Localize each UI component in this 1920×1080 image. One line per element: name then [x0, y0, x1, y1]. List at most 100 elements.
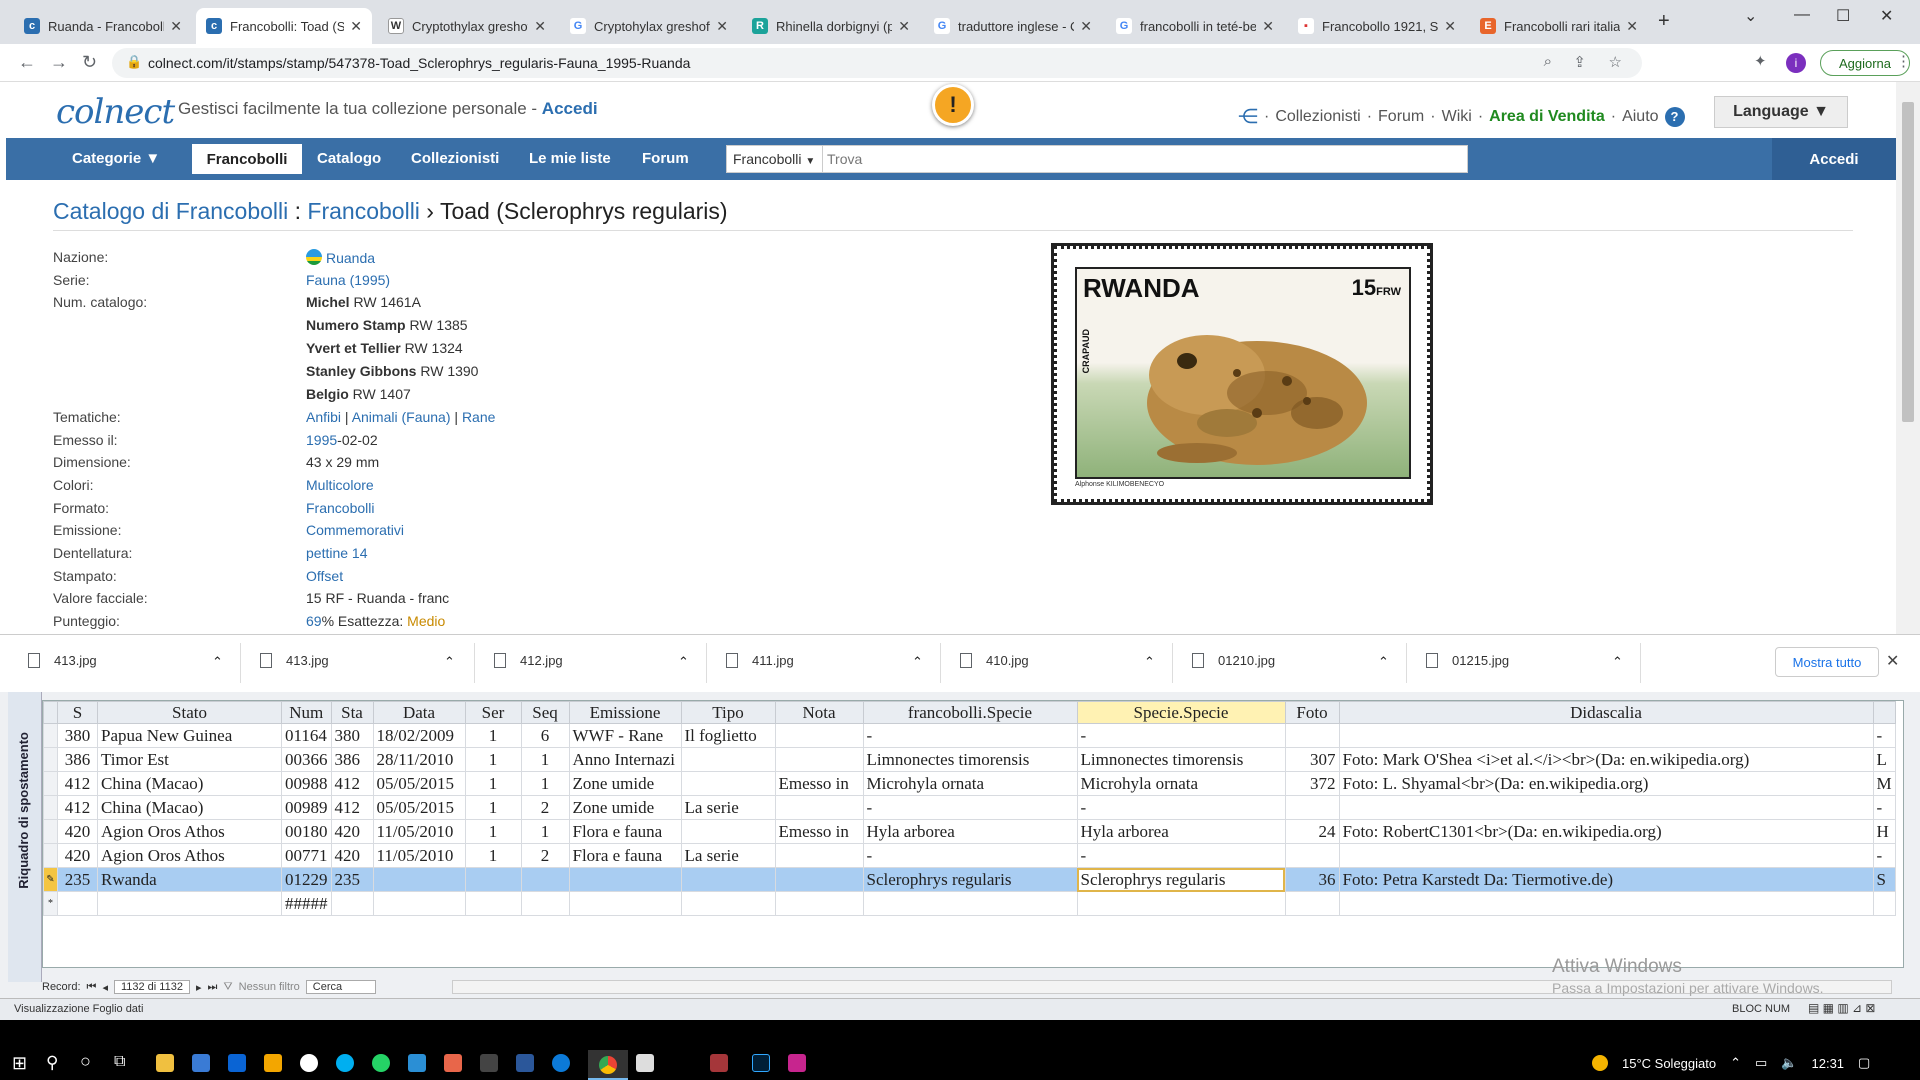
- table-cell[interactable]: Emesso in: [774, 819, 864, 844]
- emission-link[interactable]: Commemorativi: [306, 522, 404, 538]
- prev-record-icon[interactable]: ◂: [102, 981, 108, 994]
- chevron-up-icon[interactable]: ⌃: [1612, 654, 1623, 670]
- table-cell[interactable]: [680, 747, 776, 772]
- table-cell[interactable]: 380: [330, 723, 374, 748]
- table-cell[interactable]: 307: [1284, 747, 1340, 772]
- table-cell[interactable]: 11/05/2010: [372, 843, 466, 868]
- app-icon[interactable]: [264, 1054, 282, 1072]
- weather-text[interactable]: 15°C Soleggiato: [1622, 1056, 1716, 1071]
- row-selector-header[interactable]: [43, 701, 58, 724]
- access-icon[interactable]: [710, 1054, 728, 1072]
- view-icons[interactable]: ▤ ▦ ▥ ⊿ ⊠: [1808, 1001, 1875, 1015]
- table-cell[interactable]: 380: [57, 723, 98, 748]
- colnect-logo[interactable]: colnect: [56, 92, 175, 132]
- table-cell[interactable]: 386: [57, 747, 98, 772]
- table-cell[interactable]: Zone umide: [568, 771, 682, 796]
- download-item[interactable]: 01215.jpg: [1426, 653, 1509, 668]
- table-cell[interactable]: -: [1076, 795, 1286, 820]
- table-cell[interactable]: 1: [464, 723, 522, 748]
- table-cell[interactable]: Foto: Mark O'Shea <i>et al.</i><br>(Da: …: [1338, 747, 1874, 772]
- search-field[interactable]: Cerca: [305, 980, 376, 994]
- column-header-extra[interactable]: [1872, 701, 1896, 724]
- table-row[interactable]: ✎ 235 Rwanda 01229 235 Sclerophrys regularis S…: [43, 867, 1896, 892]
- column-header[interactable]: Seq: [520, 701, 570, 724]
- table-cell[interactable]: 00771: [281, 843, 332, 868]
- table-cell[interactable]: Foto: Petra Karstedt Da: Tiermotive.de): [1338, 867, 1874, 892]
- table-cell[interactable]: [774, 891, 864, 916]
- forward-icon[interactable]: →: [50, 52, 68, 73]
- table-cell[interactable]: 1: [464, 747, 522, 772]
- table-cell[interactable]: Microhyla ornata: [862, 771, 1078, 796]
- first-record-icon[interactable]: ⏮: [87, 981, 97, 994]
- table-cell[interactable]: Foto: L. Shyamal<br>(Da: en.wikipedia.or…: [1338, 771, 1874, 796]
- table-cell[interactable]: [464, 891, 522, 916]
- table-cell[interactable]: [1284, 723, 1340, 748]
- maximize-icon[interactable]: ☐: [1836, 6, 1850, 26]
- table-cell[interactable]: 386: [330, 747, 374, 772]
- nav-categories[interactable]: Categorie ▼: [72, 150, 160, 167]
- table-cell[interactable]: 235: [57, 867, 98, 892]
- table-cell[interactable]: [372, 891, 466, 916]
- table-cell[interactable]: [1284, 795, 1340, 820]
- column-header[interactable]: Foto: [1284, 701, 1340, 724]
- network-icon[interactable]: ▭: [1755, 1055, 1767, 1071]
- table-cell[interactable]: [774, 795, 864, 820]
- table-cell[interactable]: -: [862, 795, 1078, 820]
- table-cell[interactable]: Agion Oros Athos: [97, 843, 282, 868]
- table-cell[interactable]: [680, 891, 776, 916]
- table-row[interactable]: 380 Papua New Guinea 01164 380 18/02/2009 1 6 W…: [43, 723, 1896, 748]
- table-cell[interactable]: [1076, 891, 1286, 916]
- table-cell[interactable]: [680, 867, 776, 892]
- table-cell[interactable]: 1: [464, 795, 522, 820]
- page-scrollbar[interactable]: [1896, 82, 1920, 634]
- table-cell[interactable]: 05/05/2015: [372, 771, 466, 796]
- close-icon[interactable]: ✕: [716, 18, 728, 35]
- table-cell[interactable]: [464, 867, 522, 892]
- table-cell[interactable]: 18/02/2009: [372, 723, 466, 748]
- row-selector[interactable]: [43, 795, 58, 820]
- link-collectors[interactable]: Collezionisti: [1275, 108, 1360, 126]
- table-cell[interactable]: [1338, 843, 1874, 868]
- filter-status[interactable]: Nessun filtro: [239, 981, 300, 993]
- word-icon[interactable]: [516, 1054, 534, 1072]
- table-cell[interactable]: 1: [520, 747, 570, 772]
- table-cell[interactable]: [680, 771, 776, 796]
- table-cell[interactable]: [520, 867, 570, 892]
- close-icon[interactable]: ✕: [170, 18, 182, 35]
- search-icon[interactable]: ⚲: [46, 1053, 58, 1073]
- app-icon[interactable]: [636, 1054, 654, 1072]
- table-cell[interactable]: 1: [464, 819, 522, 844]
- column-header[interactable]: Num: [281, 701, 332, 724]
- task-view-icon[interactable]: ⧉: [114, 1053, 125, 1071]
- table-cell[interactable]: [1284, 891, 1340, 916]
- mail-icon[interactable]: [228, 1054, 246, 1072]
- download-item[interactable]: 413.jpg: [28, 653, 97, 668]
- browser-tab[interactable]: R Rhinella dorbignyi (ph ✕: [742, 8, 920, 44]
- close-icon[interactable]: ✕: [898, 18, 910, 35]
- browser-tab[interactable]: G francobolli in teté-bec ✕: [1106, 8, 1284, 44]
- table-cell[interactable]: Agion Oros Athos: [97, 819, 282, 844]
- language-button[interactable]: Language ▼: [1714, 96, 1848, 128]
- edge-icon[interactable]: [552, 1054, 570, 1072]
- close-icon[interactable]: ✕: [1886, 651, 1899, 671]
- table-row[interactable]: 386 Timor Est 00366 386 28/11/2010 1 1 Anno Int…: [43, 747, 1896, 772]
- browser-tab[interactable]: G traduttore inglese - Cc ✕: [924, 8, 1102, 44]
- photoshop-icon[interactable]: [752, 1054, 770, 1072]
- file-explorer-icon[interactable]: [156, 1054, 174, 1072]
- table-cell[interactable]: Sclerophrys regularis: [1076, 867, 1286, 892]
- score-pct[interactable]: 69: [306, 613, 322, 629]
- lock-icon[interactable]: 🔒: [126, 54, 142, 70]
- table-cell[interactable]: 28/11/2010: [372, 747, 466, 772]
- table-cell[interactable]: 412: [57, 771, 98, 796]
- printing-link[interactable]: Offset: [306, 568, 343, 584]
- table-cell[interactable]: [57, 891, 98, 916]
- table-cell[interactable]: Rwanda: [97, 867, 282, 892]
- table-cell[interactable]: 24: [1284, 819, 1340, 844]
- browser-tab-active[interactable]: c Francobolli: Toad (Scle ✕: [196, 8, 372, 44]
- download-item[interactable]: 412.jpg: [494, 653, 563, 668]
- table-cell[interactable]: Sclerophrys regularis: [862, 867, 1078, 892]
- table-cell[interactable]: 235: [330, 867, 374, 892]
- table-cell[interactable]: 420: [330, 819, 374, 844]
- table-cell[interactable]: 1: [520, 819, 570, 844]
- table-cell[interactable]: [862, 891, 1078, 916]
